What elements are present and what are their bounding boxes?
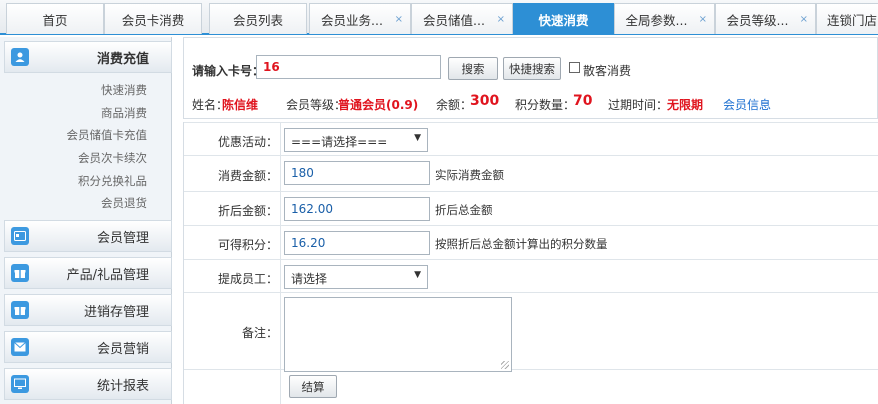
sidebar-section-label: 进销存管理 [83, 304, 149, 320]
sidebar-item-count-card-renew[interactable]: 会员次卡续次 [78, 150, 147, 166]
main-content: 请输入卡号： 16 搜索 快捷搜索 散客消费 姓名： 陈信维 会员等级： 普通会… [183, 37, 878, 404]
tab-label: 会员储值... [423, 12, 485, 28]
gift-icon [11, 301, 29, 319]
staff-selected: 请选择 [291, 272, 328, 286]
form-row-promo: 优惠活动： ===请选择=== ▼ [184, 122, 878, 156]
tab-member-list[interactable]: 会员列表 [209, 3, 307, 34]
quick-search-button[interactable]: 快捷搜索 [503, 57, 561, 80]
sidebar-section-product-gift[interactable]: 产品/礼品管理 [4, 257, 172, 289]
sidebar-item-points-exchange[interactable]: 积分兑换礼品 [78, 173, 147, 189]
member-name: 陈信维 [222, 98, 259, 112]
sidebar-section-inventory[interactable]: 进销存管理 [4, 294, 172, 326]
amount-input[interactable]: 180 [284, 161, 430, 185]
balance-value: 300 [470, 93, 500, 109]
tab-label: 全局参数... [625, 12, 688, 28]
staff-label: 提成员工： [217, 272, 278, 286]
card-icon [11, 227, 29, 245]
mail-icon [11, 338, 29, 356]
consume-form: 优惠活动： ===请选择=== ▼ 消费金额： 180 实际消费金额 折后金额：… [183, 122, 878, 404]
tab-member-level[interactable]: 会员等级... × [715, 3, 816, 34]
chevron-down-icon: ▼ [414, 270, 421, 280]
tab-label: 会员卡消费 [121, 12, 185, 28]
sidebar-section-member-management[interactable]: 会员管理 [4, 220, 172, 252]
staff-select[interactable]: 请选择 ▼ [284, 265, 428, 289]
sidebar-item-quick-consume[interactable]: 快速消费 [101, 82, 147, 98]
discounted-input[interactable]: 162.00 [284, 197, 430, 221]
form-row-amount: 消费金额： 180 实际消费金额 [184, 156, 878, 192]
walkin-checkbox[interactable] [569, 62, 580, 73]
discounted-hint: 折后总金额 [435, 203, 493, 217]
chevron-down-icon: ▼ [414, 133, 421, 143]
tab-member-business[interactable]: 会员业务... × [309, 3, 411, 34]
member-level-label: 会员等级： [286, 98, 347, 112]
form-row-submit: 结算 [184, 370, 878, 404]
monitor-icon [11, 375, 29, 393]
gift-icon [11, 264, 29, 282]
tab-label: 连锁门店 [827, 12, 878, 28]
search-button[interactable]: 搜索 [448, 57, 498, 80]
sidebar: 消费充值 快速消费 商品消费 会员储值卡充值 会员次卡续次 积分兑换礼品 会员退… [0, 37, 172, 404]
walkin-label: 散客消费 [583, 64, 632, 78]
balance-label: 余额： [436, 98, 473, 112]
points-label: 积分数量： [515, 98, 576, 112]
member-search-panel: 请输入卡号： 16 搜索 快捷搜索 散客消费 姓名： 陈信维 会员等级： 普通会… [183, 37, 878, 119]
sidebar-section-label: 统计报表 [96, 378, 149, 394]
card-number-label: 请输入卡号： [192, 64, 265, 78]
sidebar-section-consume-recharge[interactable]: 消费充值 [4, 41, 172, 73]
card-number-input[interactable]: 16 [256, 55, 441, 79]
user-icon [11, 48, 29, 66]
form-row-staff: 提成员工： 请选择 ▼ [184, 260, 878, 293]
tab-bar: 首页 会员卡消费 会员列表 会员业务... × 会员储值... × 快速消费 全局参… [0, 0, 878, 35]
sidebar-section-label: 消费充值 [96, 51, 149, 67]
sidebar-item-goods-consume[interactable]: 商品消费 [101, 105, 147, 121]
close-icon[interactable]: × [497, 14, 505, 25]
close-icon[interactable]: × [395, 14, 403, 25]
amount-hint: 实际消费金额 [435, 168, 504, 182]
form-row-points: 可得积分： 16.20 按照折后总金额计算出的积分数量 [184, 226, 878, 260]
remark-label: 备注： [241, 326, 278, 340]
sidebar-section-reports[interactable]: 统计报表 [4, 368, 172, 400]
points-value: 70 [573, 93, 593, 109]
earnable-points-input[interactable]: 16.20 [284, 231, 430, 255]
card-number-value: 16 [263, 60, 280, 74]
tab-label: 快速消费 [538, 12, 589, 28]
tab-chain-stores[interactable]: 连锁门店 [816, 3, 878, 34]
form-row-remark: 备注： [184, 293, 878, 372]
remark-textarea[interactable] [284, 297, 512, 372]
tab-quick-consume[interactable]: 快速消费 [513, 3, 614, 34]
tab-label: 会员列表 [232, 12, 283, 28]
resize-grip-icon[interactable] [501, 361, 509, 369]
amount-label: 消费金额： [217, 169, 278, 183]
tab-member-card-consume[interactable]: 会员卡消费 [104, 3, 202, 34]
tab-home[interactable]: 首页 [6, 3, 104, 34]
tab-label: 首页 [42, 12, 68, 28]
sidebar-item-stored-card-recharge[interactable]: 会员储值卡充值 [67, 127, 148, 143]
discounted-label: 折后金额： [217, 204, 278, 218]
promo-select[interactable]: ===请选择=== ▼ [284, 128, 428, 152]
tab-member-stored-value[interactable]: 会员储值... × [411, 3, 513, 34]
sidebar-section-label: 产品/礼品管理 [66, 267, 149, 283]
sidebar-item-member-return[interactable]: 会员退货 [101, 195, 147, 211]
earnable-points-hint: 按照折后总金额计算出的积分数量 [435, 237, 608, 251]
member-info-link[interactable]: 会员信息 [723, 96, 771, 113]
tab-label: 会员业务... [321, 12, 383, 28]
sidebar-section-label: 会员管理 [96, 230, 149, 246]
promo-selected: ===请选择=== [291, 135, 388, 149]
sidebar-section-label: 会员营销 [96, 341, 149, 357]
sidebar-section-marketing[interactable]: 会员营销 [4, 331, 172, 363]
settle-button[interactable]: 结算 [289, 375, 337, 398]
close-icon[interactable]: × [699, 14, 707, 25]
expiry-value: 无限期 [667, 98, 704, 112]
close-icon[interactable]: × [800, 14, 808, 25]
form-row-discounted: 折后金额： 162.00 折后总金额 [184, 192, 878, 226]
expiry-label: 过期时间： [608, 98, 669, 112]
earnable-points-label: 可得积分： [217, 238, 278, 252]
tab-global-params[interactable]: 全局参数... × [614, 3, 715, 34]
member-level: 普通会员(0.9) [338, 98, 419, 112]
promo-label: 优惠活动： [217, 135, 278, 149]
tab-label: 会员等级... [726, 12, 789, 28]
